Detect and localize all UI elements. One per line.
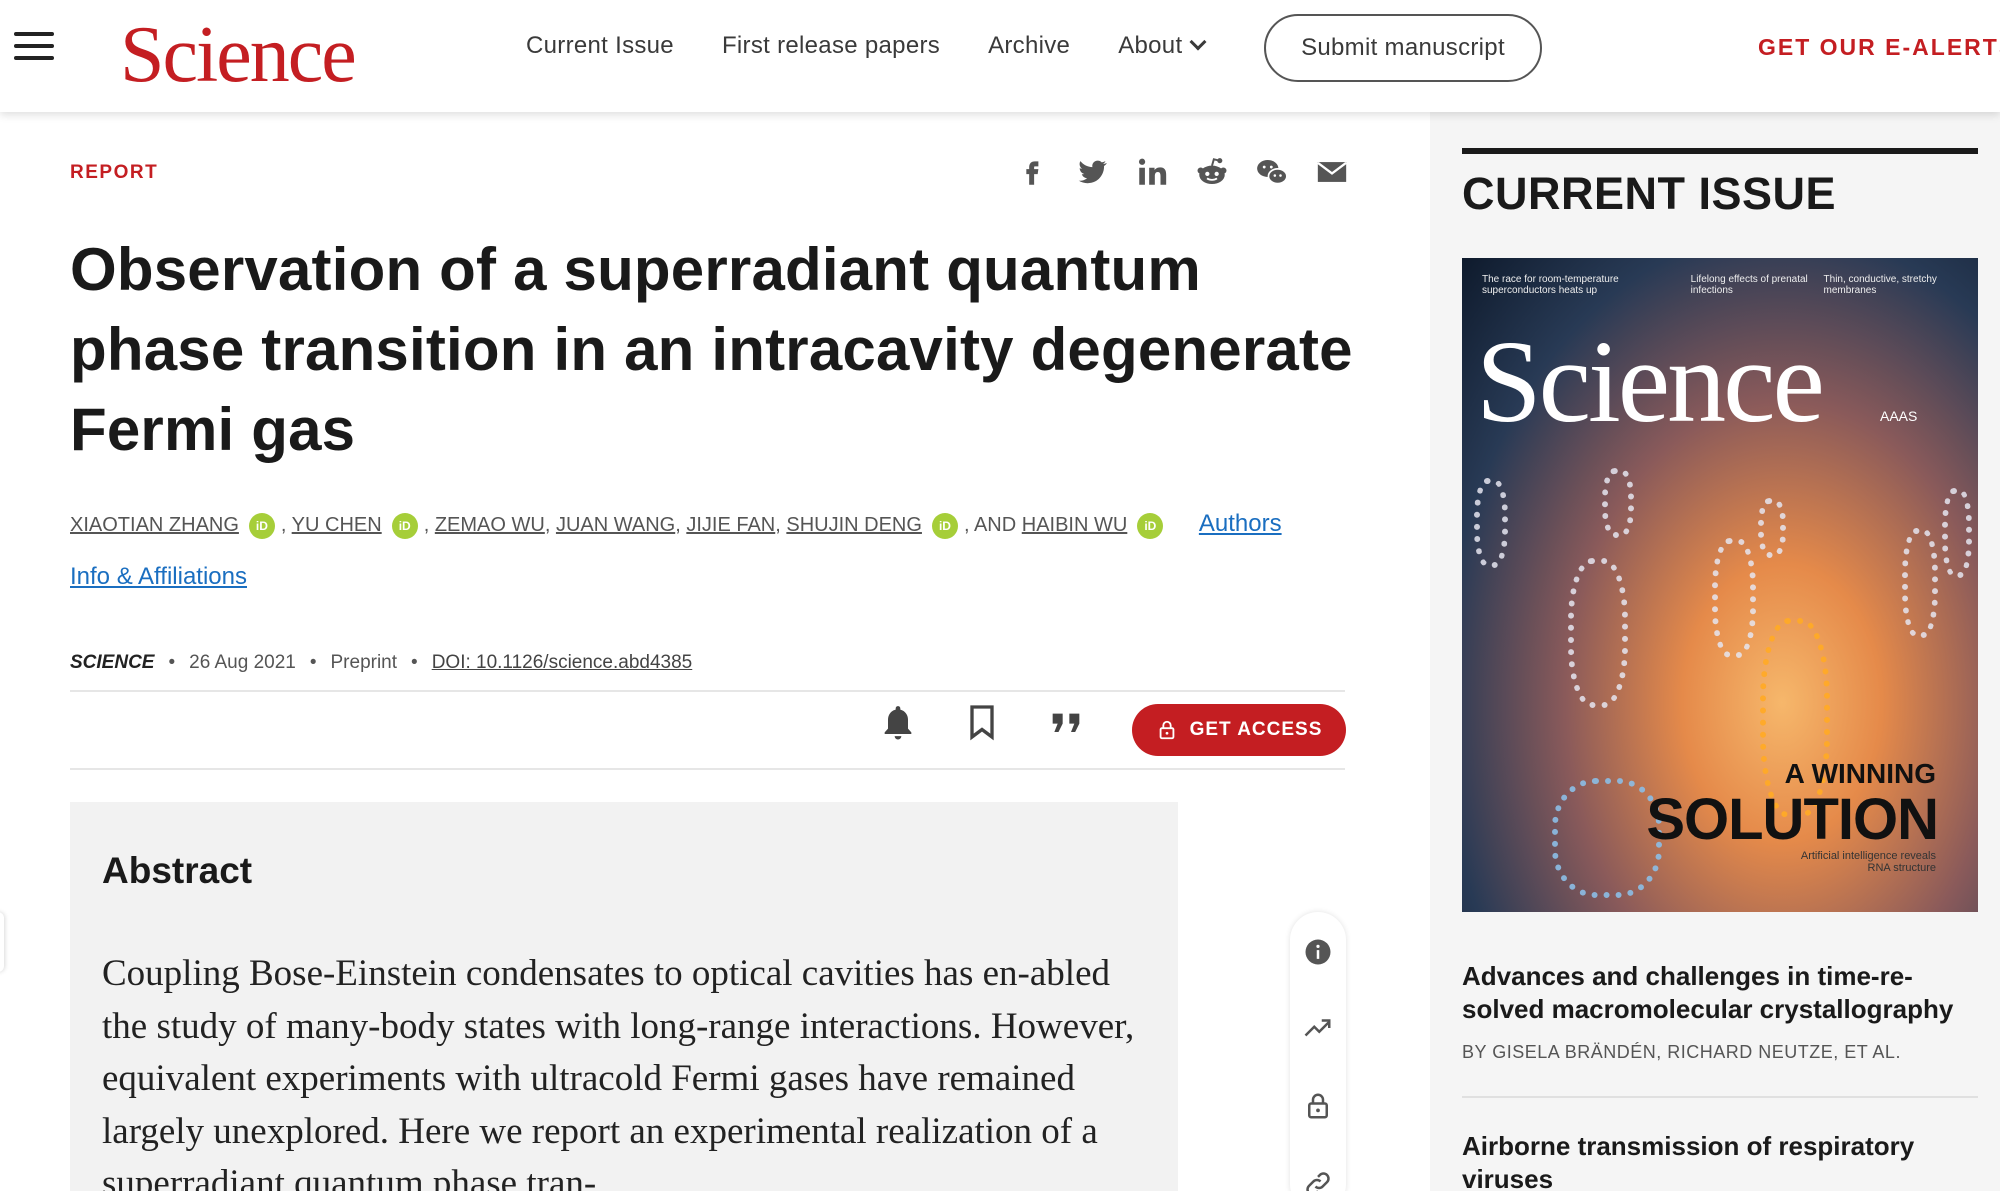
article-status: Preprint xyxy=(330,652,398,673)
bell-icon[interactable] xyxy=(876,700,920,744)
author-link[interactable]: YU CHEN xyxy=(292,514,382,536)
cover-helix xyxy=(1758,498,1786,558)
email-icon[interactable] xyxy=(1312,152,1352,192)
orcid-icon[interactable]: iD xyxy=(931,512,958,539)
access-lock-icon[interactable] xyxy=(1302,1090,1334,1122)
cover-logo: Science xyxy=(1476,316,1825,447)
metrics-trend-icon[interactable] xyxy=(1302,1012,1334,1044)
meta-separator: • xyxy=(411,652,418,673)
article-meta: SCIENCE • 26 Aug 2021 • Preprint • DOI: … xyxy=(70,652,692,674)
wechat-icon[interactable] xyxy=(1252,152,1292,192)
article-tools-rail xyxy=(1290,912,1346,1191)
sidebar-article-title[interactable]: Airborne transmission of respiratory vir… xyxy=(1462,1130,1978,1191)
author-link[interactable]: XIAOTIAN ZHANG xyxy=(70,514,239,536)
meta-separator: • xyxy=(168,652,176,673)
cover-helix xyxy=(1942,488,1972,578)
nav-about[interactable]: About xyxy=(1118,32,1207,60)
bookmark-icon[interactable] xyxy=(960,700,1004,744)
submit-manuscript-button[interactable]: Submit manuscript xyxy=(1264,14,1542,82)
site-logo[interactable]: Science xyxy=(120,10,357,101)
cover-helix xyxy=(1602,468,1634,538)
sidebar-article-title[interactable]: Advances and challenges in time-re-solve… xyxy=(1462,960,1978,1026)
divider xyxy=(70,690,1345,692)
orcid-icon[interactable]: iD xyxy=(391,512,418,539)
cover-teaser: Lifelong effects of prenatal infections xyxy=(1690,274,1808,296)
divider xyxy=(70,768,1345,770)
cover-teaser: The race for room-temperature supercondu… xyxy=(1482,274,1619,296)
and-label: AND xyxy=(973,514,1017,536)
reddit-icon[interactable] xyxy=(1192,152,1232,192)
left-drawer-tab[interactable] xyxy=(0,912,4,972)
nav-archive[interactable]: Archive xyxy=(988,32,1070,60)
facebook-icon[interactable] xyxy=(1012,152,1052,192)
article-actions xyxy=(876,700,1128,744)
current-issue-heading: CURRENT ISSUE xyxy=(1462,168,1837,219)
site-header: Science Current Issue First release pape… xyxy=(0,0,2000,112)
linkedin-icon[interactable] xyxy=(1132,152,1172,192)
nav-about-label: About xyxy=(1118,32,1183,59)
cover-top-teasers: The race for room-temperature supercondu… xyxy=(1482,274,1962,296)
orcid-icon[interactable]: iD xyxy=(1137,512,1164,539)
main-nav: Current Issue First release papers Archi… xyxy=(526,32,1252,60)
author-list: XIAOTIAN ZHANG iD, YU CHEN iD, ZEMAO WU, J… xyxy=(70,510,1282,590)
lock-icon xyxy=(1159,720,1174,740)
article-main: REPORT Observation of a superradiant qua… xyxy=(0,112,1430,1191)
twitter-icon[interactable] xyxy=(1072,152,1112,192)
abstract-heading: Abstract xyxy=(102,850,253,891)
cover-aaas: AAAS xyxy=(1880,408,1918,424)
abstract-section: Abstract Coupling Bose-Einstein condensa… xyxy=(70,802,1178,1191)
chevron-down-icon xyxy=(1189,33,1207,51)
current-issue-sidebar: CURRENT ISSUE The race for room-temperat… xyxy=(1430,112,2000,1191)
sidebar-article-byline: BY GISELA BRÄNDÉN, RICHARD NEUTZE, ET AL… xyxy=(1462,1042,1901,1062)
get-access-label: GET ACCESS xyxy=(1189,719,1323,740)
nav-current-issue[interactable]: Current Issue xyxy=(526,32,674,60)
cover-helix xyxy=(1474,478,1508,568)
author-link[interactable]: SHUJIN DENG xyxy=(786,514,922,536)
cover-helix xyxy=(1902,528,1938,638)
abstract-text: Coupling Bose-Einstein condensates to op… xyxy=(102,953,1135,1191)
sidebar-divider xyxy=(1462,1096,1978,1098)
link-icon[interactable] xyxy=(1302,1168,1334,1191)
publish-date: 26 Aug 2021 xyxy=(189,652,296,673)
orcid-icon[interactable]: iD xyxy=(248,512,275,539)
cover-teaser: Thin, conductive, stretchy membranes xyxy=(1823,274,1937,296)
e-alerts-link[interactable]: GET OUR E-ALERTS xyxy=(1758,34,2000,61)
sidebar-top-rule xyxy=(1462,148,1978,154)
author-link[interactable]: JIJIE FAN xyxy=(686,514,775,536)
author-link[interactable]: JUAN WANG xyxy=(556,514,675,536)
get-access-button[interactable]: GET ACCESS xyxy=(1132,704,1346,756)
cite-quote-icon[interactable] xyxy=(1044,700,1088,744)
nav-first-release[interactable]: First release papers xyxy=(722,32,940,60)
author-link[interactable]: ZEMAO WU xyxy=(435,514,545,536)
doi-link[interactable]: DOI: 10.1126/science.abd4385 xyxy=(432,652,693,674)
cover-helix xyxy=(1712,538,1756,658)
article-type-tag: REPORT xyxy=(70,162,159,183)
journal-name: SCIENCE xyxy=(70,652,155,673)
current-issue-cover[interactable]: The race for room-temperature supercondu… xyxy=(1462,258,1978,912)
info-icon[interactable] xyxy=(1302,936,1334,968)
cover-helix xyxy=(1568,558,1628,708)
menu-icon[interactable] xyxy=(14,32,54,62)
author-link[interactable]: HAIBIN WU xyxy=(1022,514,1128,536)
article-title: Observation of a superradiant quantum ph… xyxy=(70,236,1353,463)
share-bar xyxy=(1012,152,1372,192)
cover-headline-sub: Artificial intelligence reveals RNA stru… xyxy=(1800,850,1936,874)
meta-separator: • xyxy=(309,652,317,673)
cover-headline-big: SOLUTION xyxy=(1646,787,1939,852)
